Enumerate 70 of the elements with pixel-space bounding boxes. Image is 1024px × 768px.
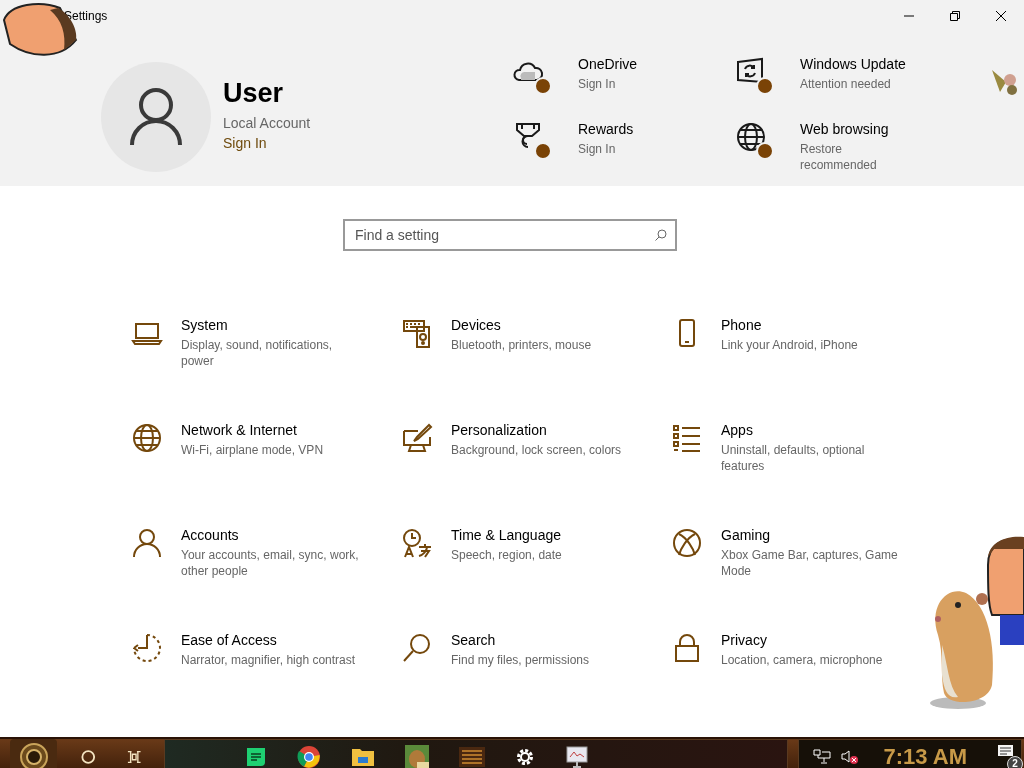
task-view-icon[interactable] xyxy=(127,749,142,765)
category-description: Speech, region, date xyxy=(451,547,563,563)
category-title[interactable]: Privacy xyxy=(721,632,901,648)
medal-icon xyxy=(513,121,553,161)
grille-app-icon[interactable] xyxy=(458,747,485,767)
service-item[interactable]: OneDrive Sign In xyxy=(513,56,735,121)
muted-speaker-icon[interactable] xyxy=(841,749,860,765)
browser-icon[interactable] xyxy=(296,745,321,768)
network-icon[interactable] xyxy=(813,749,832,765)
category-title[interactable]: Time & Language xyxy=(451,527,631,543)
category-description: Uninstall, defaults, optional features xyxy=(721,442,866,474)
category-description: Xbox Game Bar, captures, Game Mode xyxy=(721,547,899,579)
search-icon xyxy=(655,229,667,241)
restore-icon xyxy=(950,11,960,21)
sign-in-link[interactable]: Sign In xyxy=(223,135,267,151)
dashed-clock-icon xyxy=(131,632,163,664)
category-title[interactable]: Personalization xyxy=(451,422,631,438)
game-app-icon[interactable] xyxy=(404,745,429,768)
account-type: Local Account xyxy=(223,115,311,131)
notification-count: 2 xyxy=(1007,756,1023,768)
category-description: Link your Android, iPhone xyxy=(721,337,859,353)
category-title[interactable]: Network & Internet xyxy=(181,422,361,438)
category-title[interactable]: Phone xyxy=(721,317,901,333)
service-item[interactable]: Windows Update Attention needed xyxy=(735,56,965,121)
category-title[interactable]: Gaming xyxy=(721,527,901,543)
category-title[interactable]: Ease of Access xyxy=(181,632,361,648)
category-title[interactable]: Accounts xyxy=(181,527,361,543)
category-description: Your accounts, email, sync, work, other people xyxy=(181,547,360,579)
close-icon xyxy=(996,11,1006,21)
list-icon xyxy=(671,422,703,454)
search-icon xyxy=(401,632,433,664)
monitor-app-icon[interactable] xyxy=(564,746,589,768)
window-sync-icon xyxy=(735,56,775,96)
service-status: Sign In xyxy=(578,141,617,157)
keyboard-speaker-icon xyxy=(401,317,433,349)
search-field[interactable]: Find a setting xyxy=(343,219,677,251)
start-button[interactable] xyxy=(10,739,57,768)
category-description: Narrator, magnifier, high contrast xyxy=(181,652,357,668)
chat-app-icon[interactable] xyxy=(244,746,267,768)
service-title: Web browsing xyxy=(800,121,890,137)
notification-button[interactable]: 2 xyxy=(997,744,1021,768)
service-status: Attention needed xyxy=(800,76,892,92)
service-item[interactable]: Web browsing Restore recommended xyxy=(735,121,965,186)
category-description: Display, sound, notifications, power xyxy=(181,337,334,369)
category-title[interactable]: System xyxy=(181,317,361,333)
crossed-circle-icon xyxy=(671,527,703,559)
category-title[interactable]: Apps xyxy=(721,422,901,438)
cortana-icon[interactable] xyxy=(81,749,96,765)
clock[interactable]: 7:13 AM xyxy=(883,744,967,768)
settings-icon[interactable] xyxy=(514,747,535,767)
service-title: OneDrive xyxy=(578,56,639,72)
service-status: Restore recommended xyxy=(800,141,878,173)
category-description: Wi-Fi, airplane mode, VPN xyxy=(181,442,325,458)
category-description: Bluetooth, printers, mouse xyxy=(451,337,593,353)
person-icon xyxy=(131,527,163,559)
globe-icon xyxy=(131,422,163,454)
category-description: Location, camera, microphone xyxy=(721,652,884,668)
globe-icon xyxy=(735,121,775,161)
service-title: Windows Update xyxy=(800,56,907,72)
user-name: User xyxy=(223,78,284,109)
service-title: Rewards xyxy=(578,121,635,137)
clock-letters-icon xyxy=(401,527,433,559)
service-status: Sign In xyxy=(578,76,617,92)
category-description: Find my files, permissions xyxy=(451,652,591,668)
category-description: Background, lock screen, colors xyxy=(451,442,623,458)
folder-icon[interactable] xyxy=(350,747,375,767)
category-title[interactable]: Devices xyxy=(451,317,631,333)
monitor-pen-icon xyxy=(401,422,433,454)
category-title[interactable]: Search xyxy=(451,632,631,648)
service-item[interactable]: Rewards Sign In xyxy=(513,121,735,186)
